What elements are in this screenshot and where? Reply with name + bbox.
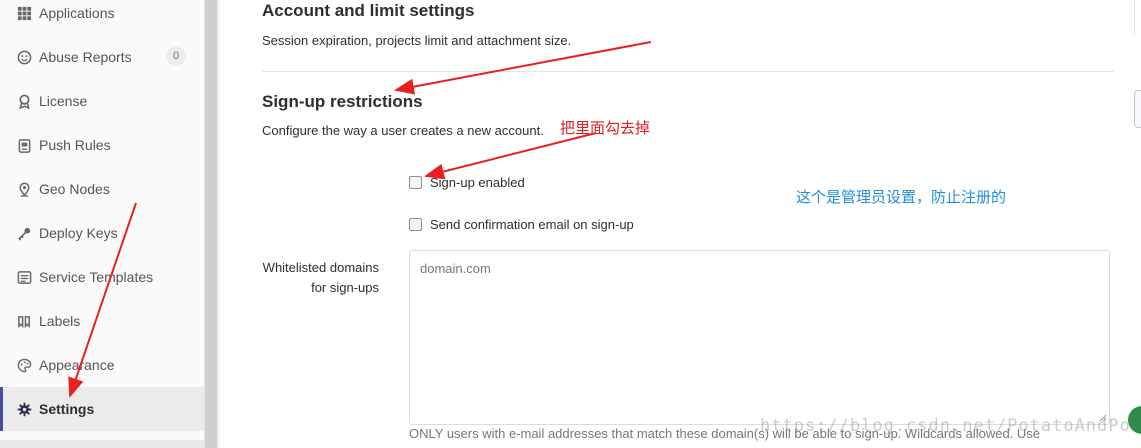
whitelist-placeholder: domain.com bbox=[420, 261, 491, 276]
sidebar-item-label: Abuse Reports bbox=[39, 49, 132, 65]
sidebar-item-deploy-keys[interactable]: Deploy Keys bbox=[0, 211, 204, 255]
clipboard-icon bbox=[16, 137, 32, 153]
watermark: https://blog.csdn.net/PotatoAndPotato bbox=[760, 416, 1141, 436]
sidebar-item-label: Appearance bbox=[39, 357, 115, 373]
sidebar-item-settings[interactable]: Settings bbox=[0, 387, 204, 431]
sidebar-item-label: License bbox=[39, 93, 88, 109]
palette-icon bbox=[16, 357, 32, 373]
key-icon bbox=[16, 225, 32, 241]
arrow-to-signup-checkbox bbox=[424, 132, 597, 180]
award-icon bbox=[16, 93, 32, 109]
labels-icon bbox=[16, 313, 32, 329]
grid-icon bbox=[16, 5, 32, 21]
sidebar-item-push-rules[interactable]: Push Rules bbox=[0, 123, 204, 167]
scrollbar-track bbox=[217, 0, 219, 448]
sidebar-item-label: Deploy Keys bbox=[39, 225, 118, 241]
expand-button[interactable] bbox=[1134, 0, 1141, 35]
sidebar-item-labels[interactable]: Labels bbox=[0, 299, 204, 343]
sidebar-item-abuse-reports[interactable]: Abuse Reports 0 bbox=[0, 35, 204, 79]
template-icon bbox=[16, 269, 32, 285]
sidebar-item-license[interactable]: License bbox=[0, 79, 204, 123]
confirmation-email-label: Send confirmation email on sign-up bbox=[430, 217, 634, 232]
whitelist-domains-textarea[interactable]: domain.com bbox=[409, 250, 1110, 425]
account-settings-description: Session expiration, projects limit and a… bbox=[262, 33, 572, 48]
signup-enabled-option[interactable]: Sign-up enabled bbox=[409, 175, 525, 190]
gear-icon bbox=[16, 401, 32, 417]
sidebar-item-label: Settings bbox=[39, 401, 95, 417]
confirmation-email-option[interactable]: Send confirmation email on sign-up bbox=[409, 217, 634, 232]
sidebar-scrollbar[interactable] bbox=[205, 0, 217, 448]
signup-restrictions-description: Configure the way a user creates a new a… bbox=[262, 123, 544, 138]
collapse-button[interactable] bbox=[1134, 90, 1141, 128]
confirmation-email-checkbox[interactable] bbox=[409, 218, 422, 231]
location-icon bbox=[16, 181, 32, 197]
signup-enabled-label: Sign-up enabled bbox=[430, 175, 525, 190]
sidebar-item-service-templates[interactable]: Service Templates bbox=[0, 255, 204, 299]
sidebar-item-label: Geo Nodes bbox=[39, 181, 110, 197]
smiley-icon bbox=[16, 49, 32, 65]
signup-restrictions-title: Sign-up restrictions bbox=[262, 92, 423, 111]
account-settings-title: Account and limit settings bbox=[262, 1, 475, 20]
red-annotation: 把里面勾去掉 bbox=[560, 120, 651, 137]
blue-annotation: 这个是管理员设置，防止注册的 bbox=[796, 189, 1007, 206]
section-divider bbox=[262, 71, 1114, 72]
sidebar-item-label: Service Templates bbox=[39, 269, 154, 285]
sidebar-item-appearance[interactable]: Appearance bbox=[0, 343, 204, 387]
sidebar-item-label: Applications bbox=[39, 5, 115, 21]
signup-enabled-checkbox[interactable] bbox=[409, 176, 422, 189]
sidebar-item-applications[interactable]: Applications bbox=[0, 0, 204, 35]
sidebar-item-label: Push Rules bbox=[39, 137, 111, 153]
whitelist-label: Whitelisted domains for sign-ups bbox=[262, 260, 379, 295]
arrow-to-signup-restrictions bbox=[394, 41, 652, 95]
admin-sidebar: Applications Abuse Reports 0 License Pus… bbox=[0, 0, 205, 448]
count-badge: 0 bbox=[166, 47, 186, 65]
sidebar-item-label: Labels bbox=[39, 313, 81, 329]
sidebar-item-geo-nodes[interactable]: Geo Nodes bbox=[0, 167, 204, 211]
sidebar-footer bbox=[0, 440, 204, 448]
